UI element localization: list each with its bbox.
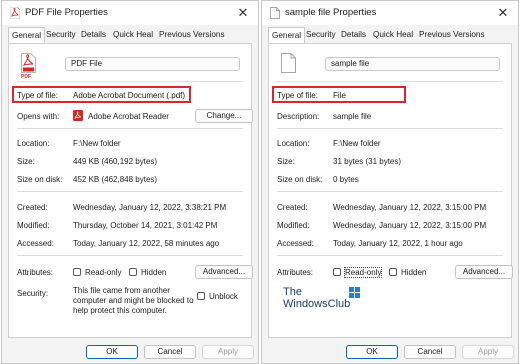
location-value: F:\New folder (333, 139, 381, 148)
tab-quick-heal[interactable]: Quick Heal (110, 27, 156, 43)
security-label: Security: (17, 289, 49, 298)
divider (277, 128, 503, 129)
close-icon: ✕ (497, 5, 509, 20)
modified-label: Modified: (17, 221, 50, 230)
tab-bar: General Security Details Quick Heal Prev… (8, 27, 252, 44)
title-bar: PDF File Properties ✕ (2, 1, 258, 25)
highlight-box (12, 86, 191, 103)
size-on-disk-label: Size on disk: (17, 175, 63, 184)
title-bar: sample file Properties ✕ (262, 1, 518, 25)
windows-logo-icon (349, 287, 360, 298)
location-label: Location: (17, 139, 50, 148)
read-only-checkbox[interactable] (73, 268, 81, 276)
divider (17, 81, 243, 82)
change-button[interactable]: Change... (195, 109, 253, 123)
close-button[interactable]: ✕ (494, 4, 512, 22)
modified-value: Wednesday, January 12, 2022, 3:15:00 PM (333, 221, 487, 230)
sample-file-properties-window: sample file Properties ✕ General Securit… (261, 0, 519, 364)
ok-button[interactable]: OK (346, 345, 398, 359)
highlight-box (272, 86, 406, 103)
security-text: This file came from another (73, 286, 170, 295)
attributes-label: Attributes: (17, 268, 54, 277)
tab-security[interactable]: Security (303, 27, 339, 43)
pdf-icon-label: PDF (21, 74, 31, 80)
unblock-label: Unblock (209, 292, 238, 301)
created-label: Created: (17, 203, 48, 212)
window-title: PDF File Properties (25, 7, 108, 18)
modified-label: Modified: (277, 221, 310, 230)
unblock-checkbox[interactable] (197, 292, 205, 300)
apply-button[interactable]: Apply (202, 345, 254, 359)
size-value: 31 bytes (31 bytes) (333, 157, 402, 166)
created-label: Created: (277, 203, 308, 212)
opens-with-value: Adobe Acrobat Reader (88, 112, 169, 121)
tab-details[interactable]: Details (78, 27, 109, 43)
size-label: Size: (17, 157, 35, 166)
size-on-disk-value: 0 bytes (333, 175, 359, 184)
created-value: Wednesday, January 12, 2022, 3:38:21 PM (73, 203, 227, 212)
close-icon: ✕ (237, 5, 249, 20)
size-on-disk-label: Size on disk: (277, 175, 323, 184)
window-title: sample file Properties (285, 7, 377, 18)
hidden-checkbox[interactable] (129, 268, 137, 276)
divider (17, 191, 243, 192)
divider (277, 191, 503, 192)
general-panel: sample file Type of file: File Descripti… (268, 43, 513, 338)
description-label: Description: (277, 112, 320, 121)
hidden-label: Hidden (141, 268, 167, 277)
file-name-input[interactable]: PDF File (65, 57, 240, 71)
read-only-label: Read-only (85, 268, 122, 277)
file-icon (270, 7, 280, 19)
pdf-document-icon (21, 53, 36, 73)
watermark-text: The (283, 286, 302, 298)
attributes-label: Attributes: (277, 268, 314, 277)
accessed-label: Accessed: (17, 239, 54, 248)
accessed-label: Accessed: (277, 239, 314, 248)
size-value: 449 KB (460,192 bytes) (73, 157, 158, 166)
ok-button[interactable]: OK (86, 345, 138, 359)
divider (277, 81, 503, 82)
size-label: Size: (277, 157, 295, 166)
location-value: F:\New folder (73, 139, 121, 148)
tab-general[interactable]: General (8, 27, 46, 44)
advanced-button[interactable]: Advanced... (195, 265, 253, 279)
security-text: help protect this computer. (73, 306, 167, 315)
read-only-checkbox[interactable] (333, 268, 341, 276)
cancel-button[interactable]: Cancel (404, 345, 456, 359)
acrobat-reader-icon (73, 110, 83, 121)
apply-button[interactable]: Apply (462, 345, 514, 359)
tab-previous-versions[interactable]: Previous Versions (416, 27, 488, 43)
hidden-checkbox[interactable] (389, 268, 397, 276)
general-panel: PDF PDF File Type of file: Adobe Acrobat… (8, 43, 253, 338)
tab-security[interactable]: Security (43, 27, 79, 43)
accessed-value: Today, January 12, 2022, 1 hour ago (333, 239, 463, 248)
modified-value: Thursday, October 14, 2021, 3:01:42 PM (73, 221, 218, 230)
opens-with-label: Opens with: (17, 112, 60, 121)
tab-general[interactable]: General (268, 27, 306, 44)
close-button[interactable]: ✕ (234, 4, 252, 22)
tab-details[interactable]: Details (338, 27, 369, 43)
tab-previous-versions[interactable]: Previous Versions (156, 27, 228, 43)
security-text: computer and might be blocked to (73, 296, 194, 305)
created-value: Wednesday, January 12, 2022, 3:15:00 PM (333, 203, 487, 212)
hidden-label: Hidden (401, 268, 427, 277)
pdf-file-icon (10, 7, 20, 19)
location-label: Location: (277, 139, 310, 148)
size-on-disk-value: 452 KB (462,848 bytes) (73, 175, 158, 184)
read-only-label: Read-only (343, 267, 383, 278)
accessed-value: Today, January 12, 2022, 58 minutes ago (73, 239, 220, 248)
advanced-button[interactable]: Advanced... (455, 265, 513, 279)
tab-quick-heal[interactable]: Quick Heal (370, 27, 416, 43)
pdf-properties-window: PDF File Properties ✕ General Security D… (1, 0, 259, 364)
divider (277, 255, 503, 256)
cancel-button[interactable]: Cancel (144, 345, 196, 359)
description-value: sample file (333, 112, 372, 121)
generic-file-icon (281, 53, 296, 73)
tab-bar: General Security Details Quick Heal Prev… (268, 27, 512, 44)
divider (17, 255, 243, 256)
divider (17, 128, 243, 129)
file-name-input[interactable]: sample file (325, 57, 500, 71)
watermark-text: WindowsClub (283, 298, 351, 310)
